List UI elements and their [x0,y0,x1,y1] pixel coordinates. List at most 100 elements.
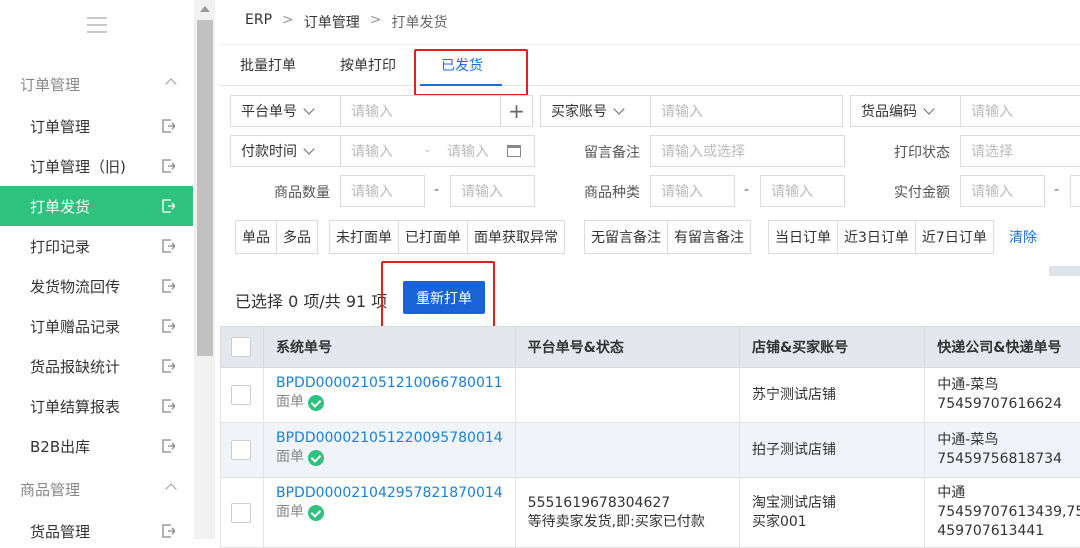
column-header: 店铺&买家账号 [739,327,924,368]
row-checkbox[interactable] [231,385,251,405]
remark-input[interactable]: 请输入或选择 [650,135,845,167]
paid-amount-min-input[interactable]: 请输入 [960,175,1045,207]
goods-kind-min-input[interactable]: 请输入 [650,175,735,207]
sidebar-item-label: 订单结算报表 [30,396,120,417]
open-icon [162,359,175,373]
table-row[interactable]: BPDD000021051220095780014面单 拍子测试店铺 中通-菜鸟… [221,423,1080,478]
collapse-filters-toggle[interactable] [1049,266,1080,276]
print-status-select[interactable]: 请选择 [960,135,1080,167]
goods-code-input[interactable]: 请输入 [961,101,1013,121]
sidebar-group-goods[interactable]: 商品管理 [0,469,195,509]
open-icon [162,399,175,413]
filter-printed-button[interactable]: 已打面单 [399,221,468,253]
express-no: 75459756818734 [937,450,1080,469]
selection-count: 已选择 0 项/共 91 项 [235,288,387,312]
table-row[interactable]: BPDD000021051210066780011面单 苏宁测试店铺 中通-菜鸟… [221,368,1080,423]
sidebar-item-label: 订单管理（旧) [30,156,126,177]
filter-no-remark-button[interactable]: 无留言备注 [585,221,668,253]
platform-no-select[interactable]: 平台单号 [231,96,341,126]
quick-filter-group-date: 当日订单 近3日订单 近7日订单 [768,220,994,254]
express-cell: 中通-菜鸟75459707616624 [925,368,1080,423]
pay-time-start-input[interactable]: 请输入 [341,141,425,161]
sidebar-item-logistics-return[interactable]: 发货物流回传 [0,266,193,306]
clear-filters-link[interactable]: 清除 [1009,227,1037,247]
sidebar-item-order-management[interactable]: 订单管理 [0,106,193,146]
order-link[interactable]: BPDD000021051210066780011 [276,374,503,393]
row-checkbox[interactable] [231,503,251,523]
goods-kind-max-input[interactable]: 请输入 [760,175,845,207]
calendar-icon[interactable] [507,145,521,157]
tab-bar: 批量打单 按单打印 已发货 [220,44,1080,86]
filter-today-button[interactable]: 当日订单 [769,221,838,253]
filter-unprinted-button[interactable]: 未打面单 [330,221,399,253]
shop-cell: 拍子测试店铺 [739,423,924,478]
plus-icon[interactable]: + [500,96,532,126]
tab-batch-print[interactable]: 批量打单 [240,55,296,75]
open-icon [162,319,175,333]
scrollbar-thumb[interactable] [197,20,213,356]
pay-time-end-input[interactable]: 请输入 [447,141,507,161]
filter-7days-button[interactable]: 近7日订单 [916,221,993,253]
sidebar-item-b2b-outbound[interactable]: B2B出库 [0,426,193,466]
row-select-cell [221,478,264,548]
filter-label: 货品编码 [861,101,917,121]
express-cell: 中通75459707613439,75459707613441 [925,478,1080,548]
sidebar-item-settlement-report[interactable]: 订单结算报表 [0,386,193,426]
sidebar-group-label: 商品管理 [20,479,80,500]
sidebar-item-gift-records[interactable]: 订单赠品记录 [0,306,193,346]
filter-has-remark-button[interactable]: 有留言备注 [668,221,750,253]
platform-cell: 5551619678304627等待卖家发货,即:买家已付款 [515,478,739,548]
goods-code-select[interactable]: 货品编码 [851,96,961,126]
tab-print-by-order[interactable]: 按单打印 [340,55,396,75]
goods-kind-label: 商品种类 [560,182,640,202]
waybill-type-label: 面单 [276,448,304,467]
waybill-type: 面单 [276,393,503,412]
paid-amount-max-input[interactable] [1070,175,1080,207]
filter-single-item-button[interactable]: 单品 [236,221,277,253]
row-checkbox[interactable] [231,440,251,460]
sidebar-item-order-management-old[interactable]: 订单管理（旧) [0,146,193,186]
sidebar-item-goods-management[interactable]: 货品管理 [0,511,193,539]
chevron-up-icon [165,483,176,494]
pay-time-select[interactable]: 付款时间 [231,136,341,166]
range-separator: - [425,143,447,159]
buyer-account-select[interactable]: 买家账号 [541,96,651,126]
buyer-account-input[interactable]: 请输入 [651,101,703,121]
sidebar-scrollbar[interactable] [195,0,215,539]
column-header: 快递公司&快递单号 [925,327,1080,368]
platform-no-input[interactable]: 请输入 [341,101,500,121]
menu-toggle[interactable] [0,0,194,50]
sidebar-item-label: 订单赠品记录 [30,316,120,337]
breadcrumb-item[interactable]: 订单管理 [304,12,360,32]
order-link[interactable]: BPDD000021042957821870014 [276,484,503,503]
goods-qty-min-input[interactable]: 请输入 [340,175,425,207]
filter-waybill-error-button[interactable]: 面单获取异常 [468,221,564,253]
shop-name: 拍子测试店铺 [752,441,912,460]
sidebar-group-orders[interactable]: 订单管理 [0,64,195,104]
sidebar-item-label: 打印记录 [30,236,90,257]
sidebar-group-label: 订单管理 [20,74,80,95]
sys-no-cell: BPDD000021051210066780011面单 [264,368,516,423]
hamburger-icon [87,17,107,33]
sidebar-item-label: 发货物流回传 [30,276,120,297]
open-icon [162,159,175,173]
select-all-cell [221,327,264,368]
order-link[interactable]: BPDD000021051220095780014 [276,429,503,448]
sidebar-item-print-ship[interactable]: 打单发货 [0,186,193,226]
goods-qty-label: 商品数量 [250,182,330,202]
filter-multi-item-button[interactable]: 多品 [277,221,317,253]
sidebar-item-label: B2B出库 [30,436,90,457]
goods-qty-max-input[interactable]: 请输入 [450,175,535,207]
open-icon [162,199,175,213]
highlight-box [381,261,495,332]
table-row[interactable]: BPDD000021042957821870014面单 555161967830… [221,478,1080,548]
select-all-checkbox[interactable] [231,337,251,357]
sidebar-item-print-records[interactable]: 打印记录 [0,226,193,266]
filter-3days-button[interactable]: 近3日订单 [838,221,916,253]
breadcrumb-item[interactable]: ERP [245,12,272,32]
sidebar-item-shortage-stats[interactable]: 货品报缺统计 [0,346,193,386]
scroll-up-arrow-icon[interactable] [200,6,210,12]
filter-label: 付款时间 [241,141,297,161]
highlight-box [414,49,528,96]
table-header-row: 系统单号 平台单号&状态 店铺&买家账号 快递公司&快递单号 [221,327,1080,368]
